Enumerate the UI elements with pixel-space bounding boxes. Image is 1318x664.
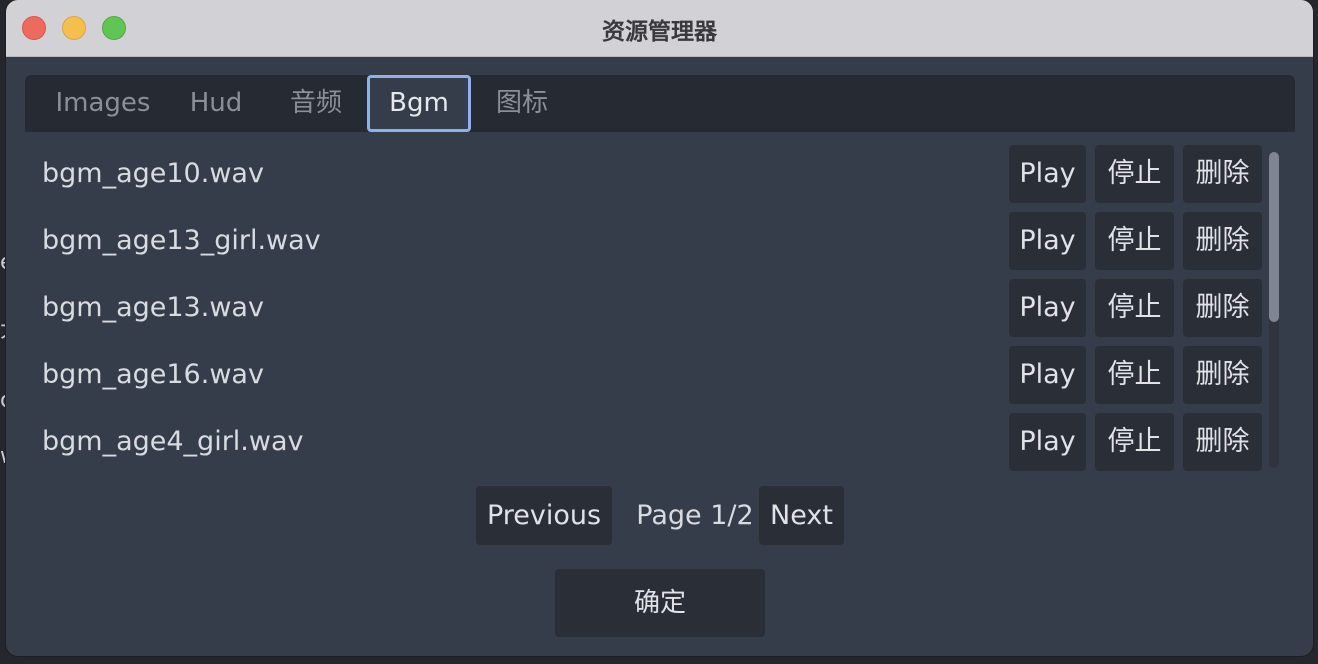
file-name: bgm_age13.wav [42, 292, 264, 323]
delete-button[interactable]: 删除 [1183, 279, 1262, 337]
file-name: bgm_age13_girl.wav [42, 225, 321, 256]
previous-page-button[interactable]: Previous [476, 486, 612, 545]
play-button[interactable]: Play [1009, 279, 1086, 337]
play-button[interactable]: Play [1009, 212, 1086, 270]
tab-audio[interactable]: 音频 [283, 75, 349, 132]
stop-button[interactable]: 停止 [1095, 212, 1174, 270]
delete-button[interactable]: 删除 [1183, 212, 1262, 270]
confirm-button[interactable]: 确定 [555, 569, 765, 637]
tab-images[interactable]: Images [41, 75, 165, 132]
tab-icons[interactable]: 图标 [489, 75, 555, 132]
tab-hud[interactable]: Hud [183, 75, 249, 132]
list-item: bgm_age13_girl.wav Play 停止 删除 [25, 212, 1275, 270]
list-item: bgm_age13.wav Play 停止 删除 [25, 279, 1275, 337]
list-scrollbar[interactable] [1269, 152, 1279, 468]
file-name: bgm_age16.wav [42, 359, 264, 390]
delete-button[interactable]: 删除 [1183, 413, 1262, 471]
page-indicator: Page 1/2 [636, 500, 754, 531]
window-title: 资源管理器 [602, 19, 717, 45]
play-button[interactable]: Play [1009, 413, 1086, 471]
title-bar[interactable]: 资源管理器 [6, 0, 1313, 57]
next-page-button[interactable]: Next [759, 486, 844, 545]
list-item: bgm_age16.wav Play 停止 删除 [25, 346, 1275, 404]
stop-button[interactable]: 停止 [1095, 145, 1174, 203]
play-button[interactable]: Play [1009, 346, 1086, 404]
list-item: bgm_age10.wav Play 停止 删除 [25, 145, 1275, 203]
scrollbar-thumb[interactable] [1269, 152, 1279, 322]
stop-button[interactable]: 停止 [1095, 346, 1174, 404]
delete-button[interactable]: 删除 [1183, 145, 1262, 203]
delete-button[interactable]: 删除 [1183, 346, 1262, 404]
tab-bar: Images Hud 音频 Bgm 图标 [25, 75, 1295, 132]
resource-manager-window: 资源管理器 Images Hud 音频 Bgm 图标 bgm_age10.wav… [6, 0, 1313, 656]
file-name: bgm_age4_girl.wav [42, 426, 304, 457]
stop-button[interactable]: 停止 [1095, 413, 1174, 471]
tab-bgm[interactable]: Bgm [367, 75, 471, 132]
file-name: bgm_age10.wav [42, 158, 264, 189]
file-list: bgm_age10.wav Play 停止 删除 bgm_age13_girl.… [25, 132, 1295, 477]
list-item: bgm_age4_girl.wav Play 停止 删除 [25, 413, 1275, 471]
play-button[interactable]: Play [1009, 145, 1086, 203]
stop-button[interactable]: 停止 [1095, 279, 1174, 337]
